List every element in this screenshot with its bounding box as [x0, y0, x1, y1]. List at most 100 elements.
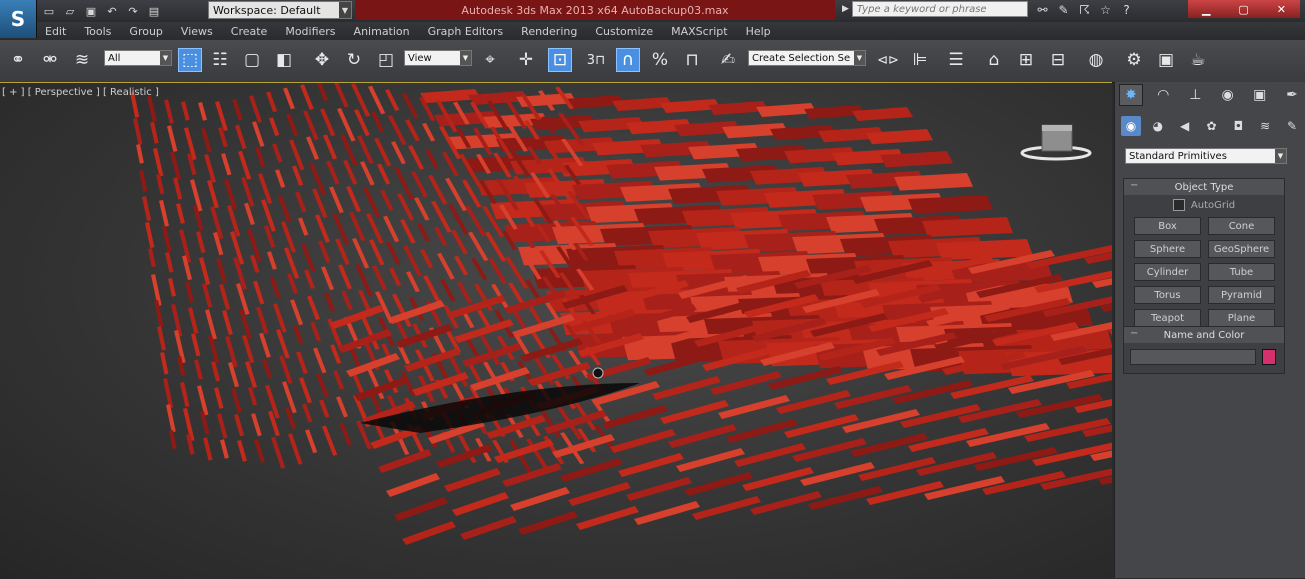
geometry-category-icon[interactable]: ◉ — [1121, 116, 1141, 136]
perspective-viewport[interactable]: [ + ] [ Perspective ] [ Realistic ] — [0, 82, 1112, 579]
fin-panel — [133, 118, 143, 145]
menu-customize[interactable]: Customize — [586, 25, 662, 38]
curve-editor-icon[interactable]: ⊞ — [1014, 48, 1038, 72]
fin-panel — [219, 284, 231, 310]
spinner-snap-toggle-icon[interactable]: ⊓ — [680, 48, 704, 72]
new-file-icon[interactable]: ▭ — [40, 3, 58, 19]
menu-tools[interactable]: Tools — [75, 25, 120, 38]
menu-rendering[interactable]: Rendering — [512, 25, 586, 38]
sphere-button[interactable]: Sphere — [1134, 240, 1201, 258]
pyramid-button[interactable]: Pyramid — [1208, 286, 1275, 304]
menu-help[interactable]: Help — [737, 25, 780, 38]
geosphere-button[interactable]: GeoSphere — [1208, 240, 1275, 258]
binoculars-icon[interactable]: ⚯ — [1034, 2, 1051, 18]
lights-category-icon[interactable]: ◀ — [1175, 116, 1195, 136]
autogrid-checkbox[interactable] — [1172, 199, 1185, 211]
minimize-icon[interactable]: ▁ — [1202, 3, 1210, 16]
shapes-category-icon[interactable]: ◕ — [1148, 116, 1168, 136]
utilities-tab-icon[interactable]: ✒ — [1280, 84, 1304, 106]
tube-button[interactable]: Tube — [1208, 263, 1275, 281]
bind-space-warp-icon[interactable]: ≋ — [70, 48, 94, 72]
menu-views[interactable]: Views — [172, 25, 222, 38]
select-and-rotate-icon[interactable]: ↻ — [342, 48, 366, 72]
expand-arrow-icon[interactable]: ▶ — [842, 4, 849, 14]
fin-panel — [269, 117, 280, 136]
menu-group[interactable]: Group — [120, 25, 172, 38]
viewport-label-menu[interactable]: [ + ] [ Perspective ] [ Realistic ] — [2, 87, 159, 98]
menu-edit[interactable]: Edit — [36, 25, 75, 38]
box-button[interactable]: Box — [1134, 217, 1201, 235]
save-file-icon[interactable]: ▣ — [82, 3, 100, 19]
plane-button[interactable]: Plane — [1208, 309, 1275, 327]
exchange-icon[interactable]: ☈ — [1076, 2, 1093, 18]
hierarchy-tab-icon[interactable]: ⊥ — [1183, 84, 1207, 106]
layer-manager-icon[interactable]: ☰ — [944, 48, 968, 72]
viewcube-icon[interactable] — [1018, 119, 1098, 163]
select-by-name-icon[interactable]: ☷ — [208, 48, 232, 72]
menu-maxscript[interactable]: MAXScript — [662, 25, 736, 38]
infocenter-icons: ⚯ ✎ ☈ ☆ ? — [1034, 2, 1135, 18]
app-menu-button[interactable]: S — [0, 0, 37, 38]
unlink-selection-icon[interactable]: ⚮ — [38, 48, 62, 72]
name-and-color-rollout-header[interactable]: − Name and Color — [1124, 327, 1284, 343]
align-icon[interactable]: ⊫ — [908, 48, 932, 72]
object-color-swatch[interactable] — [1262, 349, 1276, 365]
helpers-category-icon[interactable]: ◘ — [1228, 116, 1248, 136]
menu-modifiers[interactable]: Modifiers — [276, 25, 344, 38]
rendered-frame-window-icon[interactable]: ▣ — [1154, 48, 1178, 72]
angle-snap-toggle-icon[interactable]: ∩ — [616, 48, 640, 72]
maximize-icon[interactable]: ▢ — [1238, 3, 1248, 16]
tools-icon[interactable]: ✎ — [1055, 2, 1072, 18]
object-type-title: Object Type — [1174, 181, 1234, 193]
display-tab-icon[interactable]: ▣ — [1248, 84, 1272, 106]
motion-tab-icon[interactable]: ◉ — [1216, 84, 1240, 106]
search-input[interactable] — [851, 1, 1028, 17]
select-and-link-icon[interactable]: ⚭ — [6, 48, 30, 72]
teapot-button[interactable]: Teapot — [1134, 309, 1201, 327]
snaps-toggle-icon[interactable]: 3 ⊓ — [584, 48, 608, 72]
select-and-scale-icon[interactable]: ◰ — [374, 48, 398, 72]
undo-icon[interactable]: ↶ — [103, 3, 121, 19]
menu-create[interactable]: Create — [222, 25, 277, 38]
percent-snap-toggle-icon[interactable]: % — [648, 48, 672, 72]
fin-panel — [385, 89, 400, 111]
space-warps-category-icon[interactable]: ≋ — [1255, 116, 1275, 136]
select-and-move-icon[interactable]: ✥ — [310, 48, 334, 72]
menu-animation[interactable]: Animation — [345, 25, 419, 38]
named-selection-sets-dropdown[interactable]: Create Selection Se ▼ — [748, 50, 866, 66]
selection-filter-dropdown[interactable]: All ▼ — [104, 50, 172, 66]
close-icon[interactable]: ✕ — [1277, 3, 1286, 16]
torus-button[interactable]: Torus — [1134, 286, 1201, 304]
open-file-icon[interactable]: ▱ — [61, 3, 79, 19]
project-folder-icon[interactable]: ▤ — [145, 3, 163, 19]
favorites-star-icon[interactable]: ☆ — [1097, 2, 1114, 18]
material-editor-icon[interactable]: ◍ — [1084, 48, 1108, 72]
object-type-rollout-header[interactable]: − Object Type — [1124, 179, 1284, 195]
primitive-type-dropdown[interactable]: Standard Primitives ▼ — [1125, 148, 1287, 164]
cone-button[interactable]: Cone — [1208, 217, 1275, 235]
render-setup-icon[interactable]: ⚙ — [1122, 48, 1146, 72]
menu-graph-editors[interactable]: Graph Editors — [419, 25, 513, 38]
window-crossing-icon[interactable]: ◧ — [272, 48, 296, 72]
use-pivot-center-icon[interactable]: ⌖ — [478, 48, 502, 72]
redo-icon[interactable]: ↷ — [124, 3, 142, 19]
create-tab-icon[interactable]: ✸ — [1119, 84, 1143, 106]
select-and-manipulate-icon[interactable]: ✛ — [514, 48, 538, 72]
graphite-ribbon-icon[interactable]: ⌂ — [982, 48, 1006, 72]
edit-named-selection-icon[interactable]: ✍ — [716, 48, 740, 72]
systems-category-icon[interactable]: ✎ — [1282, 116, 1302, 136]
fin-panel — [237, 440, 247, 462]
modify-tab-icon[interactable]: ◠ — [1151, 84, 1175, 106]
rectangular-selection-icon[interactable]: ▢ — [240, 48, 264, 72]
mirror-icon[interactable]: ⊲⊳ — [876, 48, 900, 72]
workspace-dropdown[interactable]: Workspace: Default ▼ — [208, 1, 352, 19]
reference-coordinate-dropdown[interactable]: View ▼ — [404, 50, 472, 66]
object-name-field[interactable] — [1130, 349, 1256, 365]
keyboard-shortcut-override-icon[interactable]: ⊡ — [548, 48, 572, 72]
schematic-view-icon[interactable]: ⊟ — [1046, 48, 1070, 72]
help-icon[interactable]: ? — [1118, 2, 1135, 18]
cylinder-button[interactable]: Cylinder — [1134, 263, 1201, 281]
select-object-icon[interactable]: ⬚ — [178, 48, 202, 72]
render-production-icon[interactable]: ☕ — [1186, 48, 1210, 72]
cameras-category-icon[interactable]: ✿ — [1201, 116, 1221, 136]
